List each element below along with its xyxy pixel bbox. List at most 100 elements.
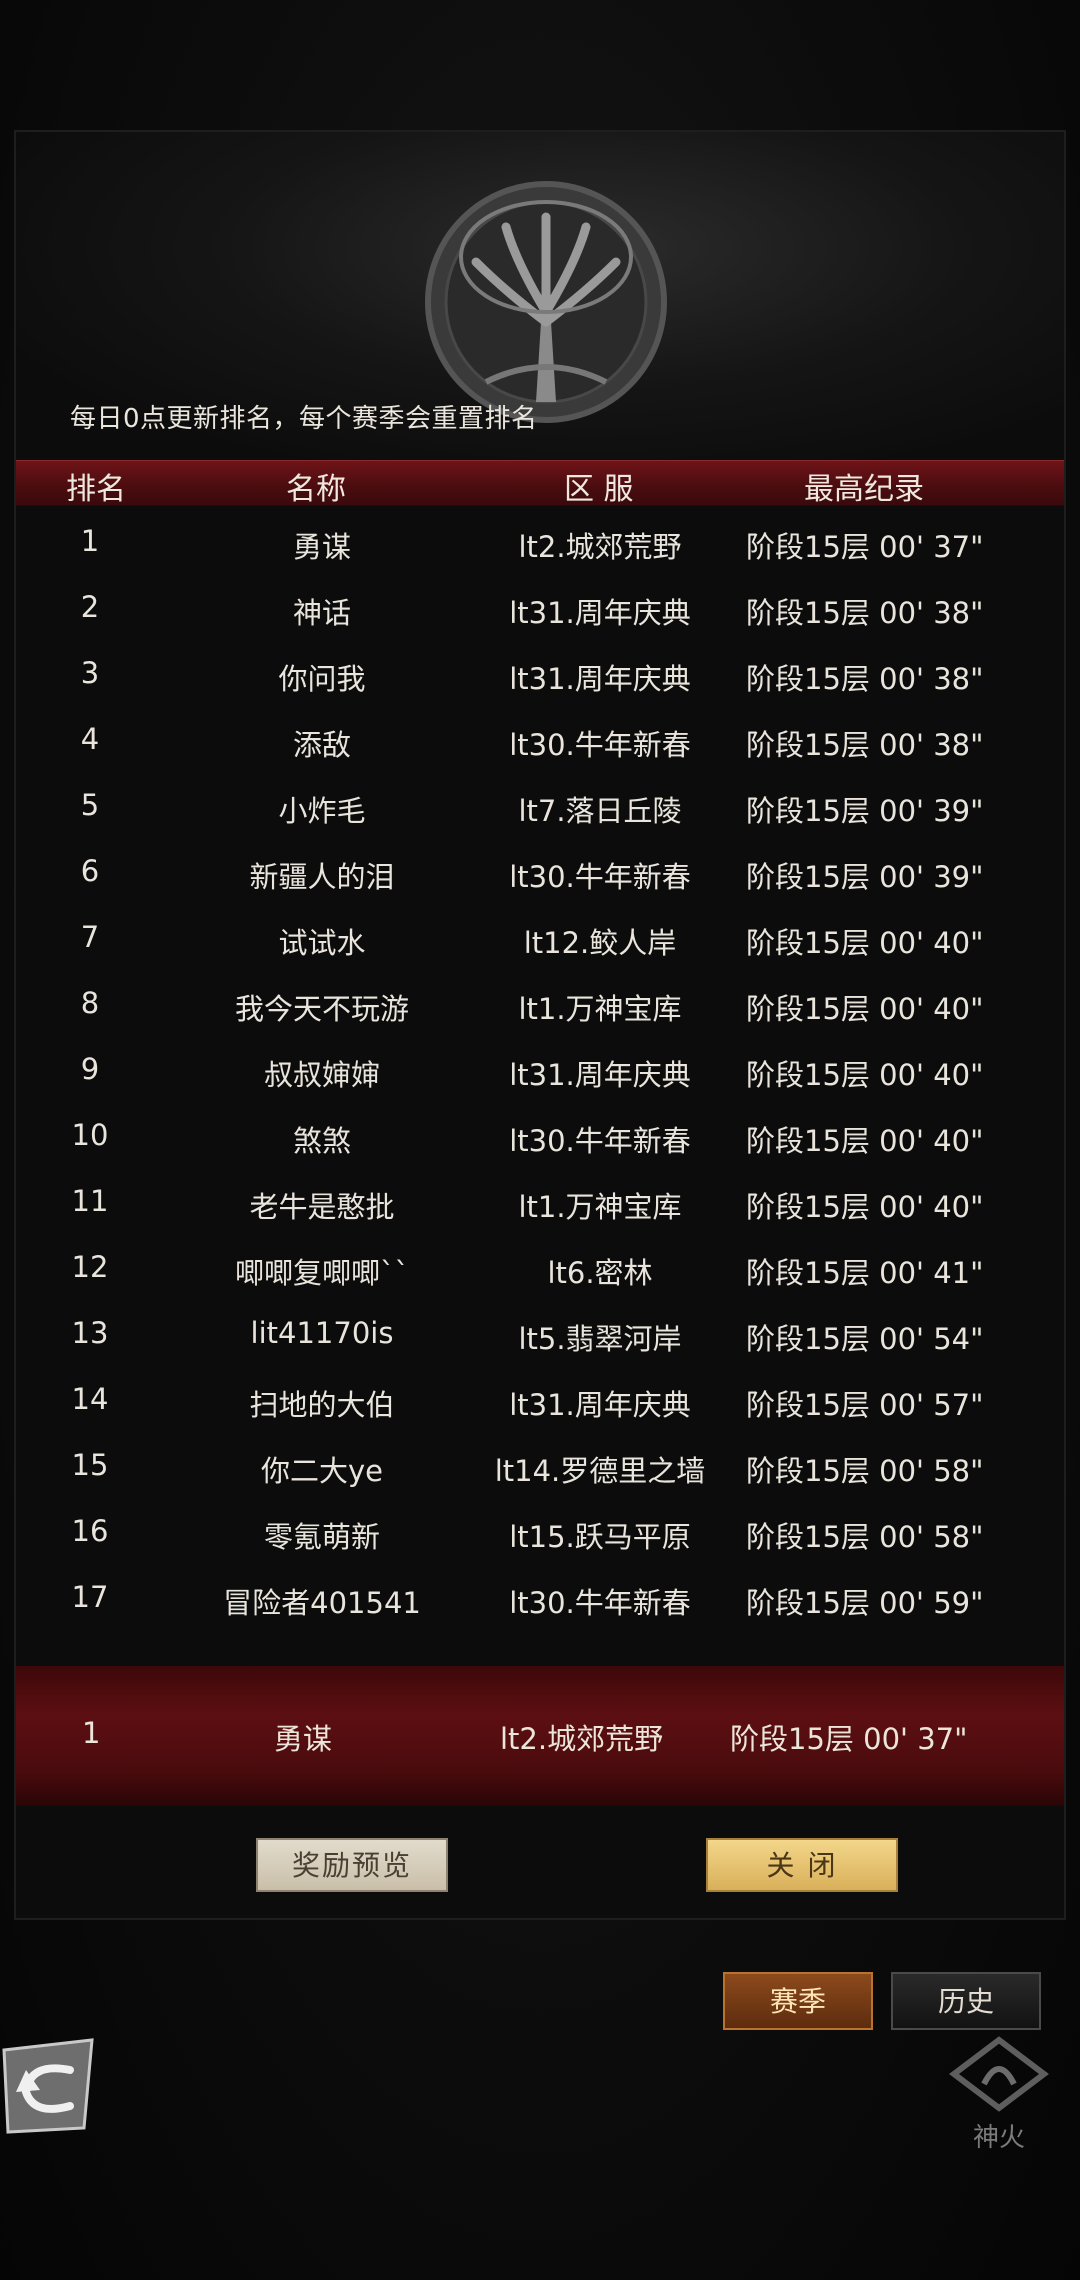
rank-cell: 9 [80,1052,100,1086]
record-cell: 阶段15层 00' 38" [746,596,984,630]
record-cell: 阶段15层 00' 58" [746,1520,984,1554]
logo-text: 神火 [972,2123,1025,2153]
rank-cell: 2 [80,590,100,624]
table-row: 12 唧唧复唧唧`` lt6.密林 阶段15层 00' 41" [16,1238,1064,1304]
record-cell: 阶段15层 00' 40" [746,1058,984,1092]
server-cell: lt30.牛年新春 [509,1586,691,1620]
record-cell: 阶段15层 00' 39" [746,860,984,894]
rank-cell: 14 [71,1382,109,1416]
name-cell: 你问我 [278,662,366,696]
table-row: 10 煞煞 lt30.牛年新春 阶段15层 00' 40" [16,1106,1064,1172]
rank-cell: 1 [80,524,100,558]
name-cell: 新疆人的泪 [249,860,395,894]
server-cell: lt6.密林 [547,1256,653,1290]
rank-cell: 4 [80,722,100,756]
table-row: 3 你问我 lt31.周年庆典 阶段15层 00' 38" [16,644,1064,710]
close-button[interactable]: 关 闭 [706,1838,898,1892]
table-row: 1 勇谋 lt2.城郊荒野 阶段15层 00' 37" [16,512,1064,578]
reward-preview-button[interactable]: 奖励预览 [256,1838,448,1892]
record-cell: 阶段15层 00' 54" [746,1322,984,1356]
table-row: 15 你二大ye lt14.罗德里之墙 阶段15层 00' 58" [16,1436,1064,1502]
rank-cell: 15 [71,1448,109,1482]
header-name: 名称 [286,472,346,507]
table-row: 6 新疆人的泪 lt30.牛年新春 阶段15层 00' 39" [16,842,1064,908]
name-cell: 添敌 [292,728,352,762]
game-logo: 神火 [944,2034,1054,2154]
rank-cell: 7 [80,920,100,954]
record-cell: 阶段15层 00' 58" [746,1454,984,1488]
my-server: lt2.城郊荒野 [500,1722,664,1756]
record-cell: 阶段15层 00' 38" [746,662,984,696]
name-cell: 煞煞 [292,1124,352,1158]
record-cell: 阶段15层 00' 40" [746,992,984,1026]
server-cell: lt12.鲛人岸 [523,926,677,960]
table-row: 14 扫地的大伯 lt31.周年庆典 阶段15层 00' 57" [16,1370,1064,1436]
table-row: 5 小炸毛 lt7.落日丘陵 阶段15层 00' 39" [16,776,1064,842]
name-cell: 零氪萌新 [263,1520,381,1554]
tab-season[interactable]: 赛季 [723,1972,873,2030]
back-arrow-icon[interactable] [0,2036,96,2136]
name-cell: 神话 [292,596,352,630]
record-cell: 阶段15层 00' 40" [746,1190,984,1224]
server-cell: lt31.周年庆典 [509,596,691,630]
server-cell: lt31.周年庆典 [509,662,691,696]
my-name: 勇谋 [274,1722,333,1756]
record-cell: 阶段15层 00' 38" [746,728,984,762]
ranking-list[interactable]: 1 勇谋 lt2.城郊荒野 阶段15层 00' 37" 2 神话 lt31.周年庆典 阶段1… [16,512,1064,1634]
my-record: 阶段15层 00' 37" [730,1722,968,1756]
update-notice: 每日0点更新排名，每个赛季会重置排名 [70,404,538,434]
rank-cell: 5 [80,788,100,822]
table-row: 8 我今天不玩游 lt1.万神宝库 阶段15层 00' 40" [16,974,1064,1040]
table-row: 13 lit41170is lt5.翡翠河岸 阶段15层 00' 54" [16,1304,1064,1370]
table-row: 4 添敌 lt30.牛年新春 阶段15层 00' 38" [16,710,1064,776]
logo-emblem-icon [949,2036,1049,2112]
name-cell: 老牛是憨批 [249,1190,395,1224]
server-cell: lt30.牛年新春 [509,1124,691,1158]
my-rank: 1 [82,1716,101,1750]
server-cell: lt30.牛年新春 [509,728,691,762]
record-cell: 阶段15层 00' 57" [746,1388,984,1422]
server-cell: lt5.翡翠河岸 [518,1322,682,1356]
record-cell: 阶段15层 00' 41" [746,1256,984,1290]
name-cell: 唧唧复唧唧`` [234,1256,410,1290]
server-cell: lt30.牛年新春 [509,860,691,894]
name-cell: 我今天不玩游 [234,992,410,1026]
leaderboard-panel: 每日0点更新排名，每个赛季会重置排名 排名 名称 区 服 最高纪录 1 勇谋 lt2… [14,130,1066,1920]
server-cell: lt7.落日丘陵 [518,794,682,828]
server-cell: lt15.跃马平原 [509,1520,691,1554]
server-cell: lt1.万神宝库 [518,992,682,1026]
table-row: 17 冒险者401541 lt30.牛年新春 阶段15层 00' 59" [16,1568,1064,1634]
rank-cell: 10 [71,1118,109,1152]
tree-emblem-icon [425,181,667,423]
server-cell: lt31.周年庆典 [509,1058,691,1092]
server-cell: lt31.周年庆典 [509,1388,691,1422]
record-cell: 阶段15层 00' 40" [746,926,984,960]
record-cell: 阶段15层 00' 37" [746,530,984,564]
name-cell: 叔叔婶婶 [263,1058,381,1092]
header-server: 区 服 [564,472,634,507]
rank-cell: 17 [71,1580,109,1614]
tab-history[interactable]: 历史 [891,1972,1041,2030]
rank-cell: 3 [80,656,100,690]
table-row: 7 试试水 lt12.鲛人岸 阶段15层 00' 40" [16,908,1064,974]
server-cell: lt2.城郊荒野 [518,530,682,564]
record-cell: 阶段15层 00' 39" [746,794,984,828]
rank-cell: 11 [71,1184,109,1218]
table-header: 排名 名称 区 服 最高纪录 [16,460,1064,507]
record-cell: 阶段15层 00' 40" [746,1124,984,1158]
rank-cell: 13 [71,1316,109,1350]
name-cell: 扫地的大伯 [249,1388,395,1422]
rank-cell: 6 [80,854,100,888]
table-row: 16 零氪萌新 lt15.跃马平原 阶段15层 00' 58" [16,1502,1064,1568]
header-record: 最高纪录 [804,472,924,507]
server-cell: lt14.罗德里之墙 [494,1454,706,1488]
name-cell: 你二大ye [260,1454,384,1488]
record-cell: 阶段15层 00' 59" [746,1586,984,1620]
banner: 每日0点更新排名，每个赛季会重置排名 [16,132,1064,462]
name-cell: 小炸毛 [278,794,366,828]
table-row: 11 老牛是憨批 lt1.万神宝库 阶段15层 00' 40" [16,1172,1064,1238]
header-rank: 排名 [66,472,126,507]
table-row: 2 神话 lt31.周年庆典 阶段15层 00' 38" [16,578,1064,644]
table-row: 9 叔叔婶婶 lt31.周年庆典 阶段15层 00' 40" [16,1040,1064,1106]
rank-cell: 8 [80,986,100,1020]
